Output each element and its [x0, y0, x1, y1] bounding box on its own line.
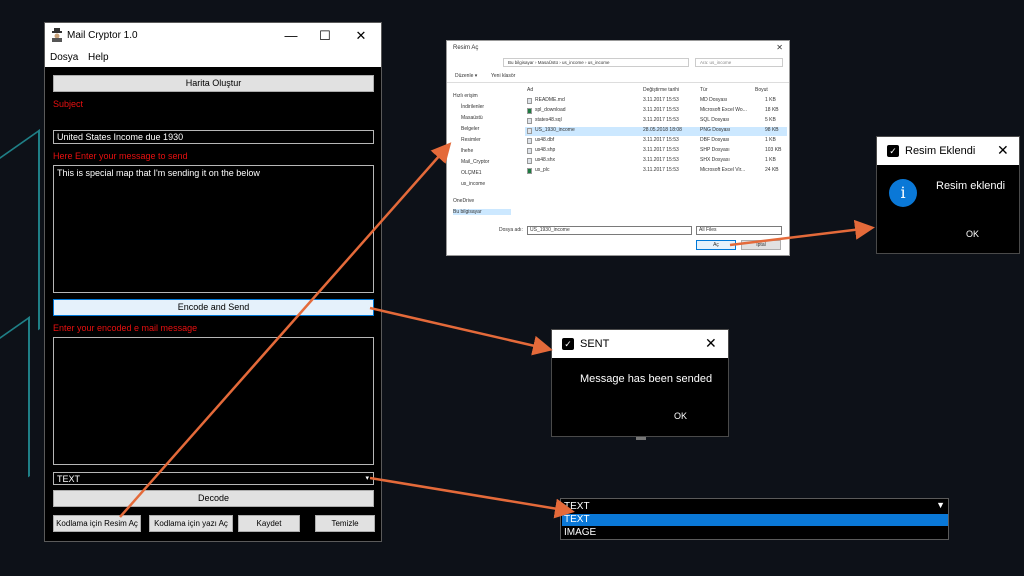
arrow-select-to-dropdown [369, 476, 575, 519]
arrow-open-to-resim-dialog [729, 219, 875, 247]
arrow-open-image-to-dialog [119, 142, 452, 518]
annotation-arrows [119, 142, 875, 519]
arrow-encode-to-sent-dialog [369, 306, 553, 356]
